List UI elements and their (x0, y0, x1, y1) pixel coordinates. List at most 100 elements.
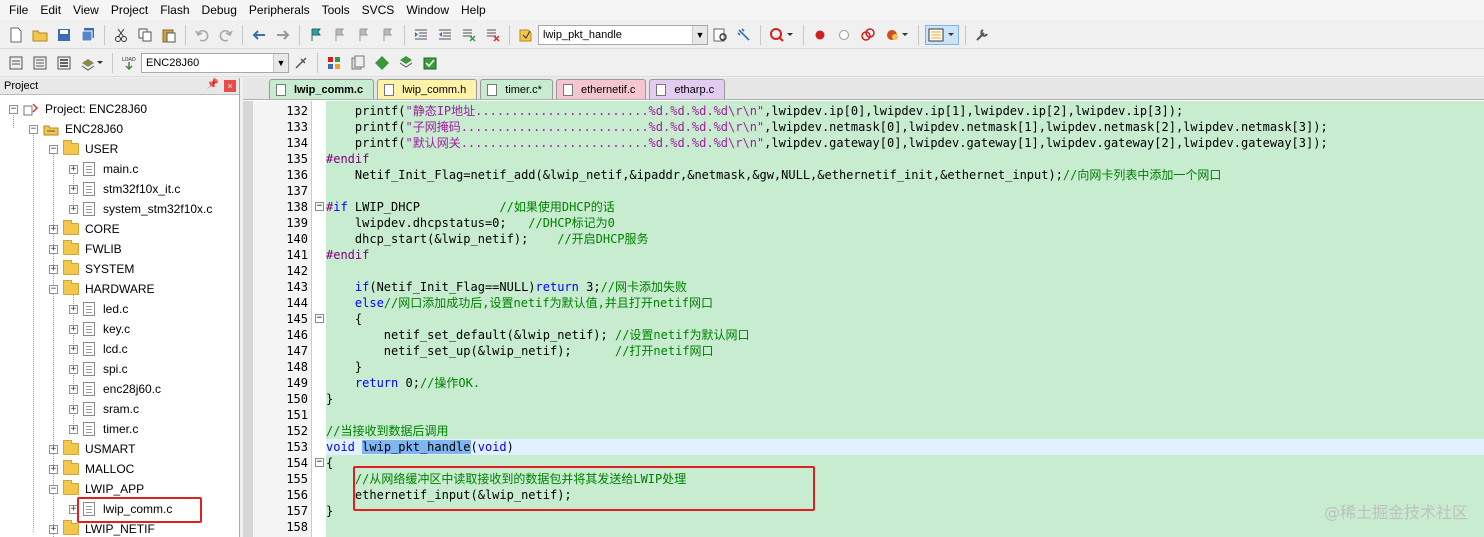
build-icon[interactable] (30, 53, 50, 73)
expand-icon[interactable]: + (69, 364, 78, 374)
expand-icon[interactable]: + (49, 224, 58, 234)
code-line[interactable]: 135 #endif (243, 151, 1484, 167)
tree-file[interactable]: + sram.c (69, 399, 139, 419)
select-packs-icon[interactable] (420, 53, 440, 73)
chevron-down-icon[interactable]: ▼ (692, 25, 707, 44)
pack-installer-icon[interactable] (396, 53, 416, 73)
navigate-forward-icon[interactable] (273, 25, 293, 45)
tree-file[interactable]: + led.c (69, 299, 128, 319)
close-icon[interactable]: × (224, 80, 236, 92)
incremental-find-icon[interactable] (734, 25, 754, 45)
menu-debug[interactable]: Debug (197, 3, 244, 17)
expand-icon[interactable]: + (69, 404, 78, 414)
code-line[interactable]: 152 //当接收到数据后调用 (243, 423, 1484, 439)
tree-folder[interactable]: + FWLIB (49, 239, 122, 259)
code-line[interactable]: 148 } (243, 359, 1484, 375)
menu-help[interactable]: Help (456, 3, 493, 17)
expand-icon[interactable]: + (49, 524, 58, 534)
code-line[interactable]: 147 netif_set_up(&lwip_netif); //打开netif… (243, 343, 1484, 359)
configure-tools-icon[interactable] (972, 25, 992, 45)
tree-file[interactable]: + main.c (69, 159, 138, 179)
code-line[interactable]: 149 return 0;//操作OK. (243, 375, 1484, 391)
menu-flash[interactable]: Flash (155, 3, 196, 17)
expand-icon[interactable]: + (69, 384, 78, 394)
menu-window[interactable]: Window (401, 3, 456, 17)
project-root[interactable]: − Project: ENC28J60 (9, 99, 147, 119)
menu-svcs[interactable]: SVCS (357, 3, 402, 17)
tab-etharp-c[interactable]: etharp.c (649, 79, 726, 99)
open-folder-icon[interactable] (30, 25, 50, 45)
code-line[interactable]: 141 #endif (243, 247, 1484, 263)
new-file-icon[interactable] (6, 25, 26, 45)
undo-icon[interactable] (192, 25, 212, 45)
target-options-icon[interactable] (291, 53, 311, 73)
tab-lwip-comm-c[interactable]: lwip_comm.c (269, 79, 375, 99)
code-line[interactable]: 142 (243, 263, 1484, 279)
copy-icon[interactable] (135, 25, 155, 45)
tree-file[interactable]: + lcd.c (69, 339, 128, 359)
tree-file[interactable]: + enc28j60.c (69, 379, 161, 399)
collapse-icon[interactable]: − (49, 144, 58, 154)
expand-icon[interactable]: + (69, 424, 78, 434)
collapse-icon[interactable]: − (29, 124, 38, 134)
code-line[interactable]: 143 if(Netif_Init_Flag==NULL)return 3;//… (243, 279, 1484, 295)
prev-bookmark-icon[interactable] (330, 25, 350, 45)
save-all-icon[interactable] (78, 25, 98, 45)
menu-project[interactable]: Project (106, 3, 155, 17)
code-line[interactable]: 133 printf("子网掩码........................… (243, 119, 1484, 135)
code-line[interactable]: 144 else//网口添加成功后,设置netif为默认值,并且打开netif网… (243, 295, 1484, 311)
tree-folder[interactable]: + SYSTEM (49, 259, 134, 279)
code-line[interactable]: 158 (243, 519, 1484, 535)
batch-build-icon[interactable] (78, 53, 106, 73)
expand-icon[interactable]: + (69, 204, 78, 214)
expand-icon[interactable]: + (49, 244, 58, 254)
tree-folder[interactable]: − LWIP_APP (49, 479, 144, 499)
tree-folder[interactable]: + USMART (49, 439, 135, 459)
manage-project-items-icon[interactable] (324, 53, 344, 73)
find-combo[interactable]: lwip_pkt_handle ▼ (538, 24, 708, 45)
paste-icon[interactable] (159, 25, 179, 45)
menu-file[interactable]: File (4, 3, 35, 17)
rebuild-icon[interactable] (54, 53, 74, 73)
collapse-icon[interactable]: − (49, 484, 58, 494)
file-extensions-icon[interactable] (348, 53, 368, 73)
tree-file[interactable]: + spi.c (69, 359, 128, 379)
expand-icon[interactable]: + (69, 304, 78, 314)
fold-toggle-icon[interactable]: − (315, 314, 324, 323)
find-in-files-icon[interactable] (516, 25, 536, 45)
expand-icon[interactable]: + (49, 264, 58, 274)
enable-breakpoint-icon[interactable] (834, 25, 854, 45)
window-layout-icon[interactable] (925, 24, 959, 45)
bookmark-icon[interactable] (306, 25, 326, 45)
code-line[interactable]: 136 Netif_Init_Flag=netif_add(&lwip_neti… (243, 167, 1484, 183)
green-diamond-icon[interactable] (372, 53, 392, 73)
chevron-down-icon[interactable]: ▼ (273, 53, 288, 72)
tree-folder[interactable]: − HARDWARE (49, 279, 155, 299)
code-line[interactable]: 150} (243, 391, 1484, 407)
fold-toggle-icon[interactable]: − (315, 458, 324, 467)
code-line[interactable]: 146 netif_set_default(&lwip_netif); //设置… (243, 327, 1484, 343)
expand-icon[interactable]: + (69, 164, 78, 174)
uncomment-icon[interactable] (483, 25, 503, 45)
code-line[interactable]: 151 (243, 407, 1484, 423)
menu-tools[interactable]: Tools (317, 3, 357, 17)
tree-folder[interactable]: − USER (49, 139, 118, 159)
translate-icon[interactable] (6, 53, 26, 73)
code-line[interactable]: 138− #if LWIP_DHCP //如果使用DHCP的话 (243, 199, 1484, 215)
pin-icon[interactable]: 📌 (207, 79, 219, 90)
collapse-icon[interactable]: − (49, 284, 58, 294)
code-line[interactable]: 140 dhcp_start(&lwip_netif); //开启DHCP服务 (243, 231, 1484, 247)
menu-peripherals[interactable]: Peripherals (244, 3, 317, 17)
code-line[interactable]: 137 (243, 183, 1484, 199)
tree-file[interactable]: + system_stm32f10x.c (69, 199, 212, 219)
tree-file[interactable]: + timer.c (69, 419, 138, 439)
menu-view[interactable]: View (68, 3, 106, 17)
expand-icon[interactable]: + (49, 444, 58, 454)
tree-file[interactable]: + stm32f10x_it.c (69, 179, 180, 199)
target-node[interactable]: − ENC28J60 (29, 119, 123, 139)
comment-icon[interactable] (459, 25, 479, 45)
load-download-icon[interactable]: LOAD (119, 53, 139, 73)
menu-edit[interactable]: Edit (35, 3, 68, 17)
redo-icon[interactable] (216, 25, 236, 45)
tab-timer-c[interactable]: timer.c* (480, 79, 553, 99)
